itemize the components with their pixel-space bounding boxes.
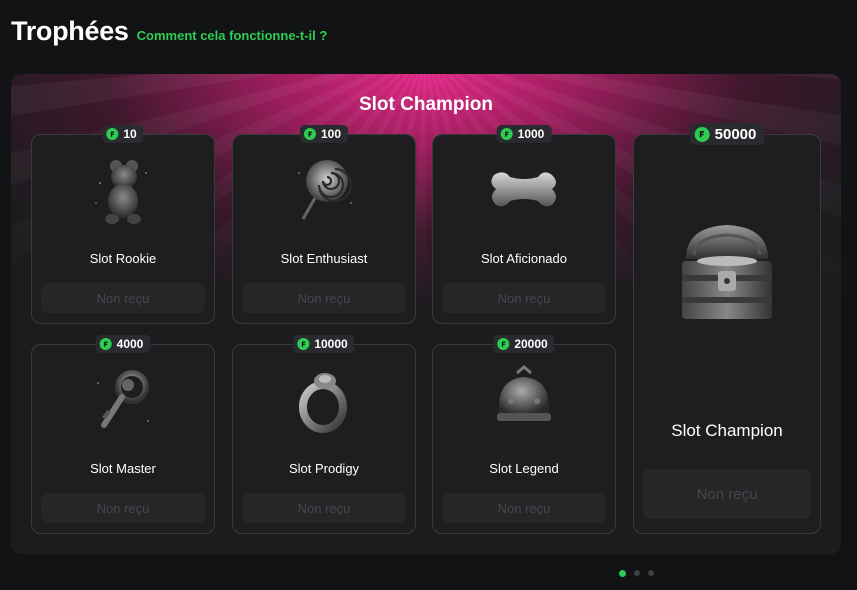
pagination-dot-3[interactable] xyxy=(648,570,654,576)
points-badge: 1000 xyxy=(496,125,552,143)
trophy-name: Slot Aficionado xyxy=(480,251,567,266)
coin-icon xyxy=(99,338,112,350)
how-it-works-link[interactable]: Comment cela fonctionne-t-il ? xyxy=(137,28,328,43)
bone-icon xyxy=(491,172,556,207)
coin-icon xyxy=(694,126,710,142)
trophy-status: Non reçu xyxy=(242,283,406,313)
points-value: 50000 xyxy=(714,125,757,143)
points-badge: 10000 xyxy=(293,335,355,353)
coin-icon xyxy=(500,128,513,140)
pagination-dots xyxy=(619,569,654,577)
trophy-name: Slot Prodigy xyxy=(288,461,360,476)
page-header: Trophées Comment cela fonctionne-t-il ? xyxy=(11,16,327,52)
points-value: 100 xyxy=(320,127,342,141)
trophy-status: Non reçu xyxy=(242,493,406,523)
trophy-card-slot-aficionado[interactable]: 1000 Slot Aficionado Non reçu xyxy=(432,125,616,324)
points-badge: 100 xyxy=(299,125,349,143)
trophy-status: Non reçu xyxy=(41,493,205,523)
trophy-name: Slot Legend xyxy=(489,461,559,476)
trophy-status: Non reçu xyxy=(442,283,606,313)
trophy-name: Slot Master xyxy=(90,461,156,476)
ring-icon xyxy=(299,373,347,433)
helmet-icon xyxy=(497,365,551,421)
trophy-status: Non reçu xyxy=(643,469,811,519)
pagination-dot-2[interactable] xyxy=(634,570,640,576)
trophy-name: Slot Enthusiast xyxy=(280,251,368,266)
points-value: 10 xyxy=(123,127,137,141)
key-icon xyxy=(97,370,149,428)
points-badge: 20000 xyxy=(493,335,555,353)
points-value: 4000 xyxy=(116,337,144,351)
treasure-chest-icon xyxy=(682,225,772,319)
points-badge: 50000 xyxy=(689,123,765,145)
teddy-bear-icon xyxy=(95,160,147,224)
trophy-card-slot-enthusiast[interactable]: 100 Slot Enthusiast Non reçu xyxy=(232,125,416,324)
points-badge: 4000 xyxy=(95,335,151,353)
coin-icon xyxy=(106,128,119,140)
coin-icon xyxy=(303,128,316,140)
points-value: 20000 xyxy=(514,337,548,351)
trophy-name: Slot Rookie xyxy=(89,251,157,266)
points-value: 1000 xyxy=(517,127,545,141)
panel-title: Slot Champion xyxy=(358,94,494,115)
trophy-card-slot-rookie[interactable]: 10 Slot Rookie Non reçu xyxy=(31,125,215,324)
points-badge: 10 xyxy=(102,125,144,143)
coin-icon xyxy=(297,338,310,350)
trophy-status: Non reçu xyxy=(442,493,606,523)
pagination-dot-1[interactable] xyxy=(619,569,626,577)
page-title: Trophées xyxy=(11,16,129,46)
trophy-status: Non reçu xyxy=(41,283,205,313)
coin-icon xyxy=(497,338,510,350)
lollipop-icon xyxy=(298,160,353,220)
trophy-card-slot-master[interactable]: 4000 Slot Master Non reçu xyxy=(31,335,215,534)
trophy-panel: Slot Champion 10 Slot Rookie Non reçu 10… xyxy=(11,74,841,554)
trophy-card-slot-champion[interactable]: 50000 Slot Champion Non reçu xyxy=(633,123,821,534)
trophy-card-slot-legend[interactable]: 20000 Slot Legend Non reçu xyxy=(432,335,616,534)
trophy-card-slot-prodigy[interactable]: 10000 Slot Prodigy Non reçu xyxy=(232,335,416,534)
trophy-name: Slot Champion xyxy=(671,421,783,440)
points-value: 10000 xyxy=(314,337,348,351)
